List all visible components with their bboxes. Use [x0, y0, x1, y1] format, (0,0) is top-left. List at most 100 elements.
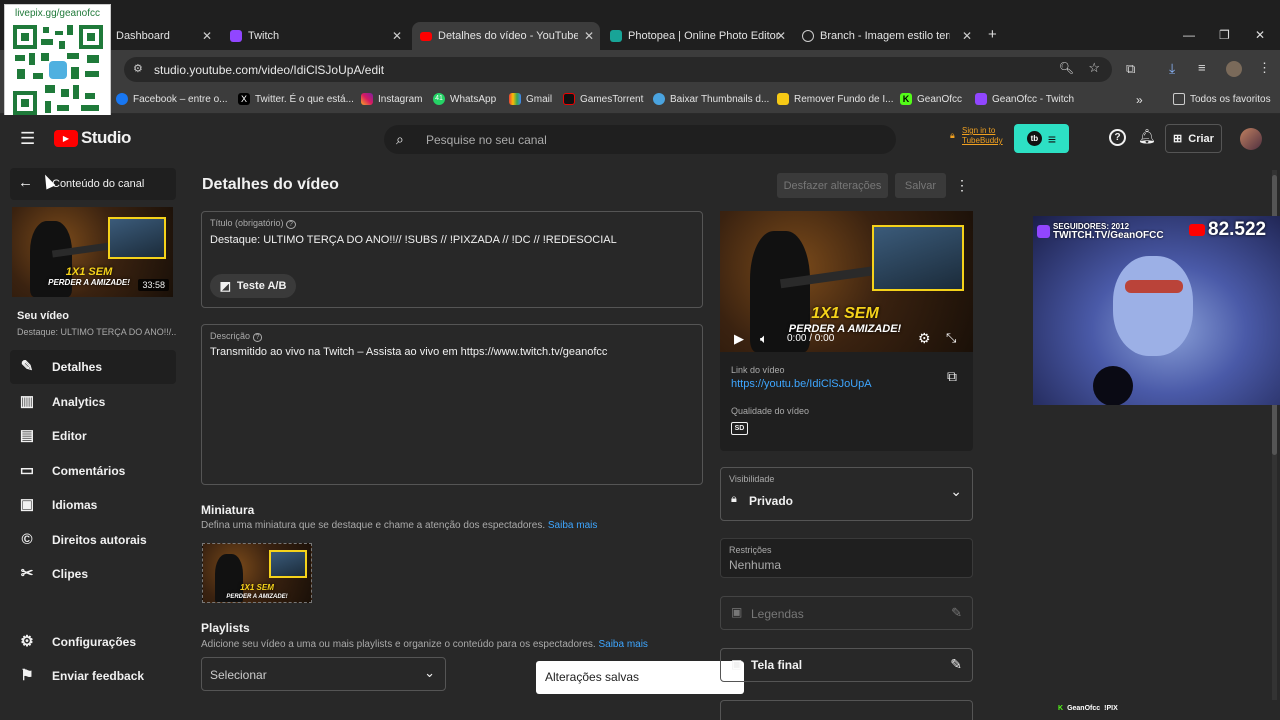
- close-icon[interactable]: ✕: [962, 29, 972, 43]
- fullscreen-icon[interactable]: ⤡: [946, 330, 956, 346]
- bookmark-star-icon[interactable]: ☆: [1088, 60, 1100, 76]
- selected-thumbnail[interactable]: 1X1 SEM PERDER A AMIZADE!: [202, 543, 312, 603]
- undo-changes-button[interactable]: Desfazer alterações: [777, 173, 888, 198]
- extensions-icon[interactable]: ⧉: [1126, 61, 1135, 77]
- subtitles-row[interactable]: ▣ Legendas ✎: [720, 596, 973, 630]
- bookmark-label: GamesTorrent: [580, 93, 644, 105]
- all-bookmarks[interactable]: Todos os favoritos: [1173, 93, 1271, 105]
- learn-more-link[interactable]: Saiba mais: [548, 520, 597, 531]
- removebg-icon: [777, 93, 789, 105]
- page-title: Detalhes do vídeo: [202, 176, 339, 193]
- microphone: [1093, 366, 1133, 405]
- zoom-icon[interactable]: 🔍︎: [1059, 61, 1074, 75]
- close-icon[interactable]: ✕: [584, 29, 594, 43]
- download-icon[interactable]: ⤓: [1169, 60, 1175, 77]
- more-bookmarks-icon[interactable]: »: [1136, 93, 1143, 107]
- info-icon[interactable]: ?: [252, 333, 263, 342]
- tab-dashboard[interactable]: Dashboard ✕: [108, 22, 218, 50]
- sidebar-video-thumbnail[interactable]: 1X1 SEM PERDER A AMIZADE! 33:58: [12, 207, 173, 297]
- learn-more-link[interactable]: Saiba mais: [598, 639, 647, 650]
- bookmark-gmail[interactable]: Gmail: [509, 93, 552, 105]
- sidebar-item-clips[interactable]: ✂ Clipes: [10, 557, 176, 591]
- more-icon[interactable]: ⋮: [1258, 60, 1271, 76]
- tubebuddy-button[interactable]: tb ≡: [1014, 124, 1069, 153]
- minimize-icon[interactable]: —: [1183, 28, 1195, 42]
- sidebar-item-editor[interactable]: ▤ Editor: [10, 419, 176, 453]
- playlist-select[interactable]: Selecionar ⌄: [201, 657, 446, 691]
- twitch-overlay-label: SEGUIDORES: 2012 TWITCH.TV/GeanOFCC: [1037, 222, 1164, 241]
- bookmark-facebook[interactable]: Facebook – entre o...: [116, 93, 228, 105]
- tubebuddy-signin[interactable]: 🔒︎ Sign in to TubeBuddy: [950, 126, 1010, 146]
- sidebar-item-languages[interactable]: ▣ Idiomas: [10, 488, 176, 522]
- volume-icon[interactable]: 🔈︎: [760, 331, 768, 347]
- sidebar-item-comments[interactable]: ▭ Comentários: [10, 454, 176, 488]
- sidebar-item-copyright[interactable]: © Direitos autorais: [10, 523, 176, 557]
- account-avatar[interactable]: [1240, 128, 1262, 150]
- save-button[interactable]: Salvar: [895, 173, 946, 198]
- sidebar-item-feedback[interactable]: ⚑ Enviar feedback: [10, 659, 176, 693]
- pencil-icon[interactable]: ✎: [950, 656, 962, 673]
- tab-branch[interactable]: Branch - Imagem estilo terror g ✕: [794, 22, 978, 50]
- bookmark-remove-bg[interactable]: Remover Fundo de I...: [777, 93, 894, 105]
- kick-icon: K: [900, 93, 912, 105]
- bookmark-gamestorrent[interactable]: GamesTorrent: [563, 93, 643, 105]
- sidebar-item-label: Detalhes: [52, 360, 103, 374]
- visibility-label: Visibilidade: [729, 474, 775, 484]
- url-input[interactable]: ⚙ studio.youtube.com/video/IdiClSJoUpA/e…: [124, 57, 1112, 82]
- title-field[interactable]: Título (obrigatório) ? Destaque: ULTIMO …: [201, 211, 703, 308]
- sidebar: ← Conteúdo do canal 1X1 SEM PERDER A AMIZ…: [0, 163, 186, 720]
- ab-test-button[interactable]: ◩ Teste A/B: [210, 274, 296, 298]
- close-icon[interactable]: ✕: [776, 29, 786, 43]
- close-window-icon[interactable]: ✕: [1255, 28, 1265, 42]
- footer-pix-text: !PIX: [1104, 705, 1118, 712]
- close-icon[interactable]: ✕: [392, 29, 402, 43]
- visibility-select[interactable]: Visibilidade 🔒︎ Privado ⌄: [720, 467, 973, 521]
- more-options-icon[interactable]: ⋮: [955, 177, 969, 194]
- menu-icon[interactable]: ☰: [20, 129, 35, 149]
- playlist-desc-text: Adicione seu vídeo a uma ou mais playlis…: [201, 639, 596, 650]
- close-icon[interactable]: ✕: [202, 29, 212, 43]
- bookmark-whatsapp[interactable]: 41 WhatsApp: [433, 93, 496, 105]
- description-field[interactable]: Descrição ? Transmitido ao vivo na Twitc…: [201, 324, 703, 485]
- sidebar-item-analytics[interactable]: ▥ Analytics: [10, 385, 176, 419]
- browser-tab-bar: Dashboard ✕ Twitch ✕ Detalhes do vídeo - Y…: [0, 0, 1280, 50]
- tab-twitch[interactable]: Twitch ✕: [222, 22, 408, 50]
- sidebar-item-details[interactable]: ✎ Detalhes: [10, 350, 176, 384]
- kick-icon: K: [1058, 705, 1064, 712]
- profile-avatar[interactable]: [1226, 61, 1242, 77]
- bookmark-instagram[interactable]: Instagram: [361, 93, 422, 105]
- studio-logo[interactable]: ▶ Studio: [54, 128, 131, 148]
- bookmark-geanofcc[interactable]: K GeanOfcc: [900, 93, 962, 105]
- play-icon[interactable]: ▶: [734, 331, 744, 347]
- back-to-content-button[interactable]: ← Conteúdo do canal: [10, 168, 176, 200]
- sidebar-item-settings[interactable]: ⚙ Configurações: [10, 625, 176, 659]
- create-button[interactable]: ⊞ Criar: [1165, 124, 1222, 153]
- bookmark-geanofcc-twitch[interactable]: GeanOfcc - Twitch: [975, 93, 1074, 105]
- new-tab-icon[interactable]: +: [988, 26, 997, 43]
- url-text: studio.youtube.com/video/IdiClSJoUpA/edi…: [154, 62, 385, 77]
- description-value: Transmitido ao vivo na Twitch – Assista …: [210, 346, 608, 358]
- bookmark-twitter[interactable]: X Twitter. É o que está...: [238, 93, 354, 105]
- thumbnail-banner: 1X1 SEM PERDER A AMIZADE!: [34, 267, 144, 288]
- copy-icon[interactable]: ⧉: [947, 368, 957, 385]
- bookmark-thumbnails[interactable]: Baixar Thumbnails d...: [653, 93, 769, 105]
- info-icon[interactable]: ?: [286, 220, 296, 229]
- tab-label: Branch - Imagem estilo terror g: [820, 30, 950, 42]
- video-link[interactable]: https://youtu.be/IdiClSJoUpA: [731, 378, 872, 390]
- end-screen-label: Tela final: [751, 658, 803, 672]
- search-input[interactable]: ⌕ Pesquise no seu canal: [384, 125, 896, 154]
- settings-gear-icon[interactable]: ⚙: [918, 330, 931, 347]
- photopea-icon: [610, 30, 622, 42]
- tab-video-details[interactable]: Detalhes do vídeo - YouTube St ✕: [412, 22, 600, 50]
- site-settings-icon[interactable]: ⚙: [133, 62, 143, 75]
- end-screen-row[interactable]: ▣ Tela final ✎: [720, 648, 973, 682]
- ab-test-label: Teste A/B: [236, 280, 287, 292]
- pencil-icon[interactable]: ✎: [951, 605, 962, 621]
- search-placeholder: Pesquise no seu canal: [426, 132, 547, 147]
- tab-photopea[interactable]: Photopea | Online Photo Editor ✕: [602, 22, 792, 50]
- media-icon[interactable]: ≡: [1198, 60, 1206, 75]
- video-player[interactable]: 1X1 SEM PERDER A AMIZADE! ▶ 🔈︎ 0:00 / 0:0…: [720, 211, 973, 352]
- notifications-icon[interactable]: 🔔︎: [1138, 128, 1156, 145]
- help-icon[interactable]: ?: [1109, 129, 1126, 146]
- maximize-icon[interactable]: ❐: [1219, 28, 1230, 42]
